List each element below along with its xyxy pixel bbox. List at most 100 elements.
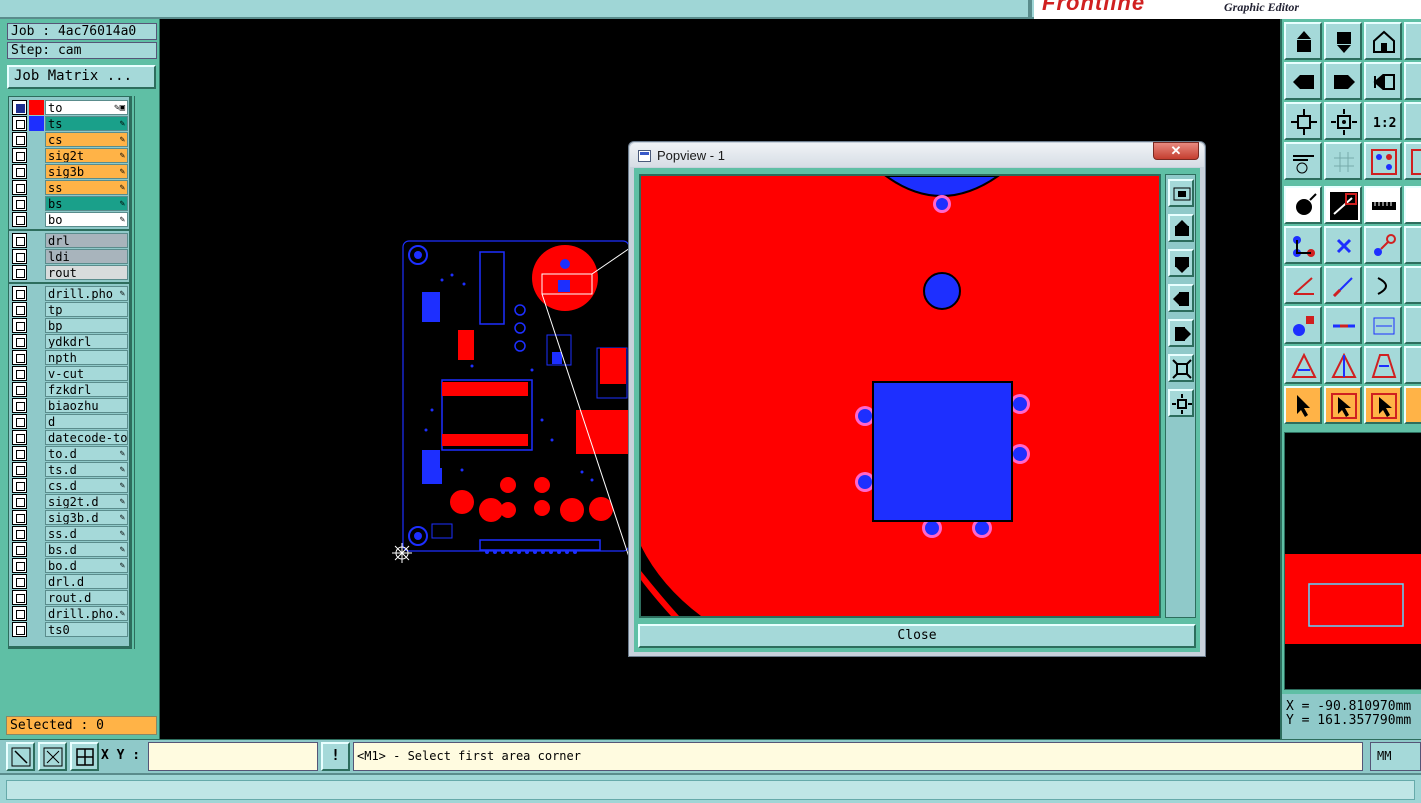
layer-checkbox[interactable]	[12, 148, 27, 163]
layer-checkbox[interactable]	[12, 196, 27, 211]
layer-checkbox[interactable]	[12, 249, 27, 264]
layer-checkbox[interactable]	[12, 622, 27, 637]
layer-row[interactable]: sig3b.d ✎	[11, 510, 129, 525]
layer-color-swatch[interactable]	[29, 116, 44, 131]
polygon-icon[interactable]	[1284, 346, 1322, 384]
layer-checkbox[interactable]	[12, 590, 27, 605]
layer-row[interactable]: cs.d ✎	[11, 478, 129, 493]
partial-tool-7-icon[interactable]	[1404, 266, 1421, 304]
layer-name[interactable]: ts ✎	[45, 116, 128, 131]
partial-tool-8-icon[interactable]	[1404, 306, 1421, 344]
pan-right-icon[interactable]	[1324, 62, 1362, 100]
move-feature-icon[interactable]	[1364, 226, 1402, 264]
partial-tool-1-icon[interactable]	[1404, 22, 1421, 60]
pv-pan-left-icon[interactable]	[1168, 284, 1194, 312]
pv-pan-down-icon[interactable]	[1168, 249, 1194, 277]
split-line-icon[interactable]	[1324, 306, 1362, 344]
layer-row[interactable]: npth	[11, 350, 129, 365]
snap-corner-icon[interactable]	[6, 742, 35, 771]
layer-name[interactable]: npth	[45, 350, 128, 365]
layer-name[interactable]: sig3b.d ✎	[45, 510, 128, 525]
partial-tool-9-icon[interactable]	[1404, 346, 1421, 384]
partial-tool-10-icon[interactable]	[1404, 386, 1421, 424]
layer-name[interactable]: drill.pho. ✎	[45, 606, 128, 621]
layer-row[interactable]: bp	[11, 318, 129, 333]
home-up-icon[interactable]	[1284, 22, 1322, 60]
layer-row[interactable]: ss ✎	[11, 180, 129, 195]
layer-name[interactable]: datecode-to	[45, 430, 128, 445]
layer-checkbox[interactable]	[12, 414, 27, 429]
measure-tools-icon[interactable]	[1284, 142, 1322, 180]
layer-checkbox[interactable]	[12, 350, 27, 365]
layer-row[interactable]: fzkdrl	[11, 382, 129, 397]
layer-name[interactable]: drill.pho ✎	[45, 286, 128, 301]
layer-name[interactable]: to ✎▣	[45, 100, 128, 115]
layer-name[interactable]: bp	[45, 318, 128, 333]
layer-checkbox[interactable]	[12, 265, 27, 280]
zoom-back-icon[interactable]	[1364, 62, 1402, 100]
layer-checkbox[interactable]	[12, 318, 27, 333]
pointer-select-icon[interactable]	[1324, 386, 1362, 424]
layer-row[interactable]: ldi	[11, 249, 129, 264]
layer-row[interactable]: rout.d	[11, 590, 129, 605]
layer-row[interactable]: ss.d ✎	[11, 526, 129, 541]
layer-row[interactable]: bo ✎	[11, 212, 129, 227]
layer-checkbox[interactable]	[12, 574, 27, 589]
layer-row[interactable]: rout	[11, 265, 129, 280]
pad-select-icon[interactable]	[1284, 306, 1322, 344]
layer-checkbox[interactable]	[12, 494, 27, 509]
polygon-edit-icon[interactable]	[1324, 346, 1362, 384]
layer-row[interactable]: drill.pho. ✎	[11, 606, 129, 621]
scale-1-2-icon[interactable]: 1:2	[1364, 102, 1402, 140]
layer-name[interactable]: ss.d ✎	[45, 526, 128, 541]
layer-name[interactable]: bs.d ✎	[45, 542, 128, 557]
layer-checkbox[interactable]	[12, 233, 27, 248]
layer-row[interactable]: tp	[11, 302, 129, 317]
delete-feature-icon[interactable]	[1324, 226, 1362, 264]
layer-name[interactable]: sig2t.d ✎	[45, 494, 128, 509]
layer-row[interactable]: datecode-to	[11, 430, 129, 445]
partial-tool-2-icon[interactable]	[1404, 62, 1421, 100]
layer-name[interactable]: bo ✎	[45, 212, 128, 227]
zoom-fit-icon[interactable]	[1284, 102, 1322, 140]
home-icon[interactable]	[1364, 22, 1402, 60]
layer-name[interactable]: ts.d ✎	[45, 462, 128, 477]
layer-checkbox[interactable]	[12, 132, 27, 147]
layer-name[interactable]: sig3b ✎	[45, 164, 128, 179]
layer-name[interactable]: ss ✎	[45, 180, 128, 195]
snap-select-icon[interactable]	[1364, 142, 1402, 180]
popview-title-bar[interactable]: Popview - 1	[630, 143, 1204, 167]
layer-checkbox[interactable]	[12, 446, 27, 461]
pad-feature-icon[interactable]	[1284, 186, 1322, 224]
surface-icon[interactable]	[1364, 346, 1402, 384]
pv-pan-right-icon[interactable]	[1168, 319, 1194, 347]
units-selector[interactable]: MM	[1370, 742, 1421, 771]
layer-name[interactable]: bs ✎	[45, 196, 128, 211]
layer-checkbox[interactable]	[12, 382, 27, 397]
layer-row[interactable]: ts.d ✎	[11, 462, 129, 477]
layer-row[interactable]: drl.d	[11, 574, 129, 589]
layer-name[interactable]: to.d ✎	[45, 446, 128, 461]
pv-zoom-out-icon[interactable]	[1168, 389, 1194, 417]
layer-row[interactable]: bs.d ✎	[11, 542, 129, 557]
layer-name[interactable]: cs.d ✎	[45, 478, 128, 493]
layer-checkbox[interactable]	[12, 398, 27, 413]
layer-checkbox[interactable]	[12, 100, 27, 115]
pv-pan-up-icon[interactable]	[1168, 214, 1194, 242]
layer-color-swatch[interactable]	[29, 100, 44, 115]
layer-checkbox[interactable]	[12, 212, 27, 227]
snap-intersect-icon[interactable]	[38, 742, 67, 771]
layer-row[interactable]: sig3b ✎	[11, 164, 129, 179]
pv-zoom-in-icon[interactable]	[1168, 354, 1194, 382]
layer-row[interactable]: d	[11, 414, 129, 429]
xy-input[interactable]	[148, 742, 318, 771]
pan-left-icon[interactable]	[1284, 62, 1322, 100]
pointer-move-icon[interactable]	[1364, 386, 1402, 424]
layer-checkbox[interactable]	[12, 302, 27, 317]
layer-checkbox[interactable]	[12, 606, 27, 621]
arc-icon[interactable]	[1364, 266, 1402, 304]
snap-grid-icon[interactable]	[70, 742, 99, 771]
layer-name[interactable]: fzkdrl	[45, 382, 128, 397]
layer-row[interactable]: sig2t ✎	[11, 148, 129, 163]
layer-checkbox[interactable]	[12, 430, 27, 445]
